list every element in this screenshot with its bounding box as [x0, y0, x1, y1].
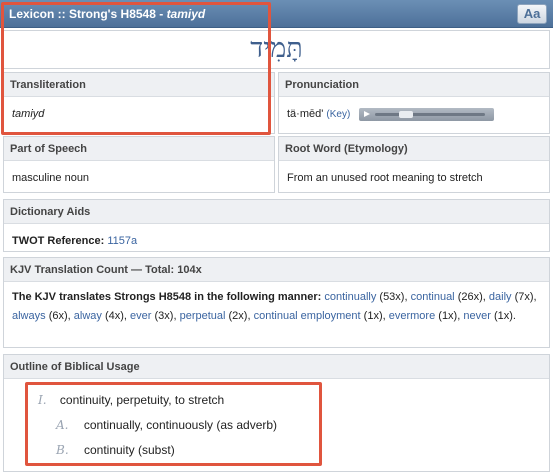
twot-reference-label: TWOT Reference:: [12, 235, 105, 247]
kjv-word-link[interactable]: continually: [324, 291, 376, 303]
kjv-item: continually (53x),: [324, 291, 408, 303]
kjv-count: (53x): [379, 291, 405, 303]
kjv-word-link[interactable]: alway: [74, 310, 102, 322]
kjv-item: perpetual (2x),: [179, 310, 251, 322]
kjv-word-link[interactable]: never: [463, 310, 491, 322]
kjv-word-link[interactable]: continual: [411, 291, 455, 303]
kjv-count: (1x): [493, 310, 513, 322]
kjv-count: (1x): [438, 310, 458, 322]
kjv-count: (6x): [48, 310, 68, 322]
kjv-count: (1x): [363, 310, 383, 322]
kjv-item: always (6x),: [12, 310, 71, 322]
kjv-count: (4x): [104, 310, 124, 322]
kjv-word-link[interactable]: always: [12, 310, 46, 322]
kjv-intro-text: The KJV translates Strongs H8548 in the …: [12, 291, 322, 303]
pronunciation-value: tä·mēd': [287, 108, 324, 120]
highlight-box-outline: [25, 382, 322, 466]
pronunciation-key-link[interactable]: (Key): [326, 109, 350, 120]
twot-reference-link[interactable]: 1157a: [107, 235, 137, 247]
pronunciation-header: Pronunciation: [279, 73, 549, 97]
kjv-word-link[interactable]: ever: [130, 310, 151, 322]
root-word-value: From an unused root meaning to stretch: [287, 172, 483, 184]
kjv-count: (3x): [154, 310, 174, 322]
part-of-speech-panel: Part of Speech masculine noun: [3, 136, 275, 193]
outline-header: Outline of Biblical Usage: [4, 355, 549, 379]
dictionary-aids-header: Dictionary Aids: [4, 200, 549, 224]
highlight-box-transliteration: [1, 2, 271, 135]
font-size-button[interactable]: Aa: [517, 4, 547, 24]
kjv-item: continual employment (1x),: [253, 310, 386, 322]
kjv-item: evermore (1x),: [388, 310, 461, 322]
kjv-item: alway (4x),: [73, 310, 127, 322]
play-icon[interactable]: [364, 110, 371, 117]
dictionary-aids-panel: Dictionary Aids TWOT Reference: 1157a: [3, 199, 550, 252]
kjv-word-link[interactable]: perpetual: [180, 310, 226, 322]
audio-progress-thumb[interactable]: [399, 110, 414, 118]
kjv-count: (2x): [228, 310, 248, 322]
kjv-translation-panel: KJV Translation Count — Total: 104x The …: [3, 257, 550, 348]
kjv-item: daily (7x),: [488, 291, 537, 303]
kjv-translation-header: KJV Translation Count — Total: 104x: [4, 258, 549, 282]
part-of-speech-header: Part of Speech: [4, 137, 274, 161]
kjv-count: (26x): [457, 291, 483, 303]
pronunciation-panel: Pronunciation tä·mēd' (Key): [278, 72, 550, 134]
kjv-item: never (1x).: [463, 310, 516, 322]
part-of-speech-value: masculine noun: [12, 172, 90, 184]
root-word-panel: Root Word (Etymology) From an unused roo…: [278, 136, 550, 193]
kjv-count: (7x): [514, 291, 534, 303]
audio-progress-track[interactable]: [375, 112, 486, 116]
kjv-word-link[interactable]: continual employment: [254, 310, 361, 322]
kjv-item: ever (3x),: [130, 310, 177, 322]
kjv-word-link[interactable]: daily: [489, 291, 512, 303]
root-word-header: Root Word (Etymology): [279, 137, 549, 161]
kjv-item: continual (26x),: [410, 291, 486, 303]
audio-player[interactable]: [359, 107, 495, 121]
kjv-word-link[interactable]: evermore: [389, 310, 435, 322]
